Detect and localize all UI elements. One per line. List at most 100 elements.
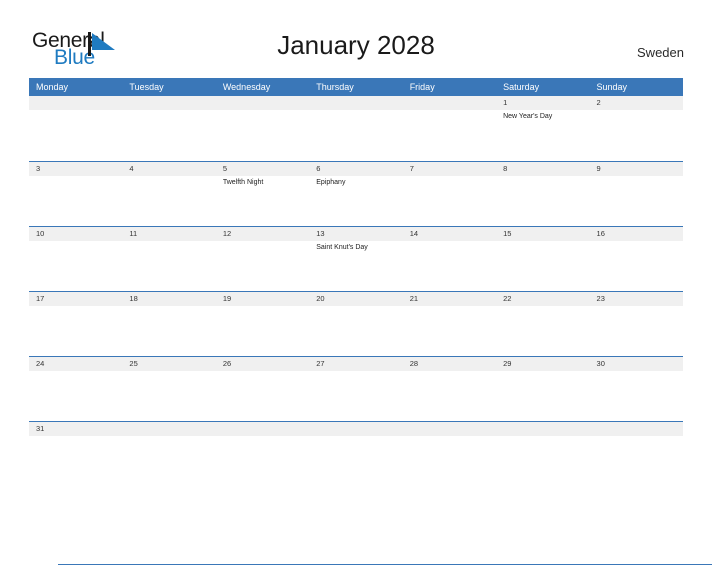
day-cell [122,436,215,487]
day-cell[interactable] [309,371,402,422]
calendar-week-row: 10 11 12 13 14 15 16 Saint Knut's Day [29,226,683,292]
day-number[interactable]: 4 [122,162,215,176]
day-number[interactable]: 5 [216,162,309,176]
day-number[interactable]: 7 [403,162,496,176]
day-cell[interactable] [122,176,215,227]
day-cell [309,110,402,161]
day-number[interactable]: 25 [122,357,215,371]
day-number-empty [122,422,215,436]
calendar-week-row: 17 18 19 20 21 22 23 [29,291,683,357]
day-cell[interactable]: Saint Knut's Day [309,241,402,292]
day-number[interactable]: 24 [29,357,122,371]
day-number[interactable]: 12 [216,227,309,241]
day-cell[interactable] [403,241,496,292]
day-cell [216,436,309,487]
week-events-band [29,306,683,357]
day-number[interactable]: 17 [29,292,122,306]
day-number[interactable]: 27 [309,357,402,371]
day-number[interactable]: 6 [309,162,402,176]
day-cell[interactable] [590,110,683,161]
weekday-header-monday: Monday [36,82,69,92]
day-cell[interactable]: Epiphany [309,176,402,227]
day-cell[interactable] [496,371,589,422]
day-number[interactable]: 11 [122,227,215,241]
day-cell [496,436,589,487]
weekday-header-tuesday: Tuesday [129,82,164,92]
day-cell[interactable] [29,371,122,422]
day-cell[interactable] [122,241,215,292]
day-number[interactable]: 26 [216,357,309,371]
day-cell[interactable] [122,371,215,422]
holiday-event-label: Twelfth Night [222,179,264,186]
page-header: General Blue January 2028 Sweden [0,0,712,78]
day-number[interactable]: 30 [590,357,683,371]
day-cell[interactable] [216,371,309,422]
day-number[interactable]: 3 [29,162,122,176]
week-date-band: 10 11 12 13 14 15 16 [29,227,683,241]
calendar-week-row: 24 25 26 27 28 29 30 [29,356,683,422]
day-number-empty [309,96,402,110]
day-number[interactable]: 2 [590,96,683,110]
day-number-empty [590,422,683,436]
week-events-band [29,371,683,422]
day-cell[interactable] [29,306,122,357]
day-cell[interactable] [403,371,496,422]
day-cell[interactable] [29,241,122,292]
weekday-header-sunday: Sunday [596,82,628,92]
day-cell[interactable] [403,306,496,357]
day-cell [29,110,122,161]
day-cell[interactable] [496,176,589,227]
day-cell [403,436,496,487]
week-date-band: 17 18 19 20 21 22 23 [29,292,683,306]
day-cell[interactable] [496,306,589,357]
day-cell[interactable]: Twelfth Night [216,176,309,227]
day-cell[interactable] [590,241,683,292]
week-date-band: 24 25 26 27 28 29 30 [29,357,683,371]
day-number-empty [403,96,496,110]
calendar-week-row: 1 2 New Year's Day [29,96,683,161]
day-number[interactable]: 23 [590,292,683,306]
week-events-band: Saint Knut's Day [29,241,683,292]
day-number[interactable]: 19 [216,292,309,306]
day-number[interactable]: 28 [403,357,496,371]
day-cell[interactable] [216,241,309,292]
day-cell[interactable]: New Year's Day [496,110,589,161]
day-number[interactable]: 13 [309,227,402,241]
holiday-event-label: Epiphany [316,179,346,186]
day-cell[interactable] [590,176,683,227]
day-number-empty [216,422,309,436]
day-number[interactable]: 15 [496,227,589,241]
day-cell[interactable] [122,306,215,357]
day-number[interactable]: 29 [496,357,589,371]
day-cell[interactable] [403,176,496,227]
day-number[interactable]: 1 [496,96,589,110]
calendar-table: Monday Tuesday Wednesday Thursday Friday… [29,78,712,565]
weekday-header-thursday: Thursday [316,82,354,92]
day-number[interactable]: 21 [403,292,496,306]
day-number[interactable]: 10 [29,227,122,241]
day-cell[interactable] [216,306,309,357]
day-cell[interactable] [29,176,122,227]
day-number[interactable]: 16 [590,227,683,241]
day-cell[interactable] [29,436,122,487]
page-title: January 2028 [277,30,435,60]
week-date-band: 12 [29,96,683,110]
day-cell[interactable] [590,306,683,357]
day-cell[interactable] [496,241,589,292]
day-cell [122,110,215,161]
day-number[interactable]: 14 [403,227,496,241]
day-number[interactable]: 22 [496,292,589,306]
weekday-header-wednesday: Wednesday [222,82,271,92]
day-cell [309,436,402,487]
day-number[interactable]: 8 [496,162,589,176]
day-number[interactable]: 18 [122,292,215,306]
day-cell[interactable] [590,371,683,422]
day-number[interactable]: 9 [590,162,683,176]
calendar-weeks: 1 2 New Year's Day 3 4 5 6 7 8 9 Twelfth Night Epip… [29,96,683,487]
week-date-band: 31 [29,422,683,436]
day-number-empty [29,96,122,110]
day-number-empty [403,422,496,436]
day-number[interactable]: 31 [29,422,122,436]
day-number[interactable]: 20 [309,292,402,306]
day-cell[interactable] [309,306,402,357]
